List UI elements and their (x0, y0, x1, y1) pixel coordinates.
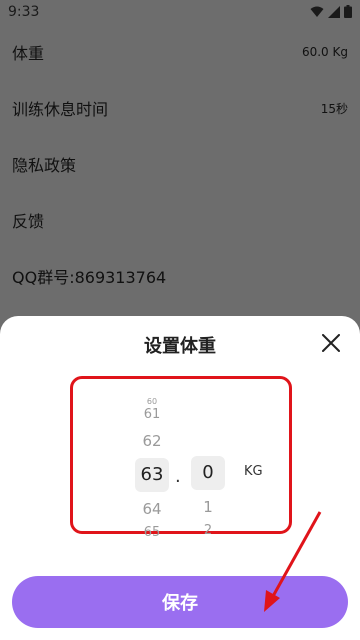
wheel-option-selected[interactable]: 0 (191, 456, 225, 490)
settings-item-label: 反馈 (12, 212, 45, 231)
wheel-option[interactable]: 60 (147, 398, 157, 406)
signal-icon (328, 5, 340, 18)
wheel-option[interactable]: 65 (144, 524, 161, 542)
settings-item-value: 60.0 Kg (301, 45, 348, 59)
wifi-icon (310, 6, 324, 17)
status-bar: 9:33 (0, 0, 360, 24)
save-button[interactable]: 保存 (12, 576, 348, 628)
settings-item-label: 体重 (12, 44, 45, 63)
wheel-option[interactable]: 2 (204, 522, 212, 540)
sheet-title: 设置体重 (144, 336, 216, 357)
wheel-option[interactable]: 61 (144, 406, 161, 424)
status-icons (310, 5, 352, 18)
wheel-option[interactable]: 64 (142, 494, 161, 524)
wheel-option[interactable]: 62 (142, 426, 161, 456)
settings-item-rest-time[interactable]: 训练休息时间 15秒 (0, 80, 360, 136)
status-time: 9:33 (8, 4, 40, 20)
decimal-wheel[interactable]: 0 1 2 (190, 454, 226, 540)
wheel-option[interactable]: 1 (203, 492, 213, 522)
close-icon (322, 334, 340, 352)
settings-item-weight[interactable]: 体重 60.0 Kg (0, 24, 360, 80)
settings-item-label: 隐私政策 (12, 156, 77, 175)
close-button[interactable] (318, 330, 344, 356)
settings-item-feedback[interactable]: 反馈 (0, 192, 360, 248)
integer-wheel[interactable]: 60 61 62 63 64 65 (134, 398, 170, 542)
unit-label: KG (244, 464, 263, 479)
battery-icon (344, 5, 352, 18)
decimal-separator: . (175, 466, 181, 487)
settings-item-label: QQ群号:869313764 (12, 268, 167, 287)
picker-highlight-frame (70, 376, 292, 534)
settings-item-value: 15秒 (320, 101, 348, 116)
wheel-option-selected[interactable]: 63 (135, 458, 169, 492)
settings-item-qq-group[interactable]: QQ群号:869313764 (0, 248, 360, 304)
settings-item-privacy-policy[interactable]: 隐私政策 (0, 136, 360, 192)
settings-item-label: 训练休息时间 (12, 100, 109, 119)
